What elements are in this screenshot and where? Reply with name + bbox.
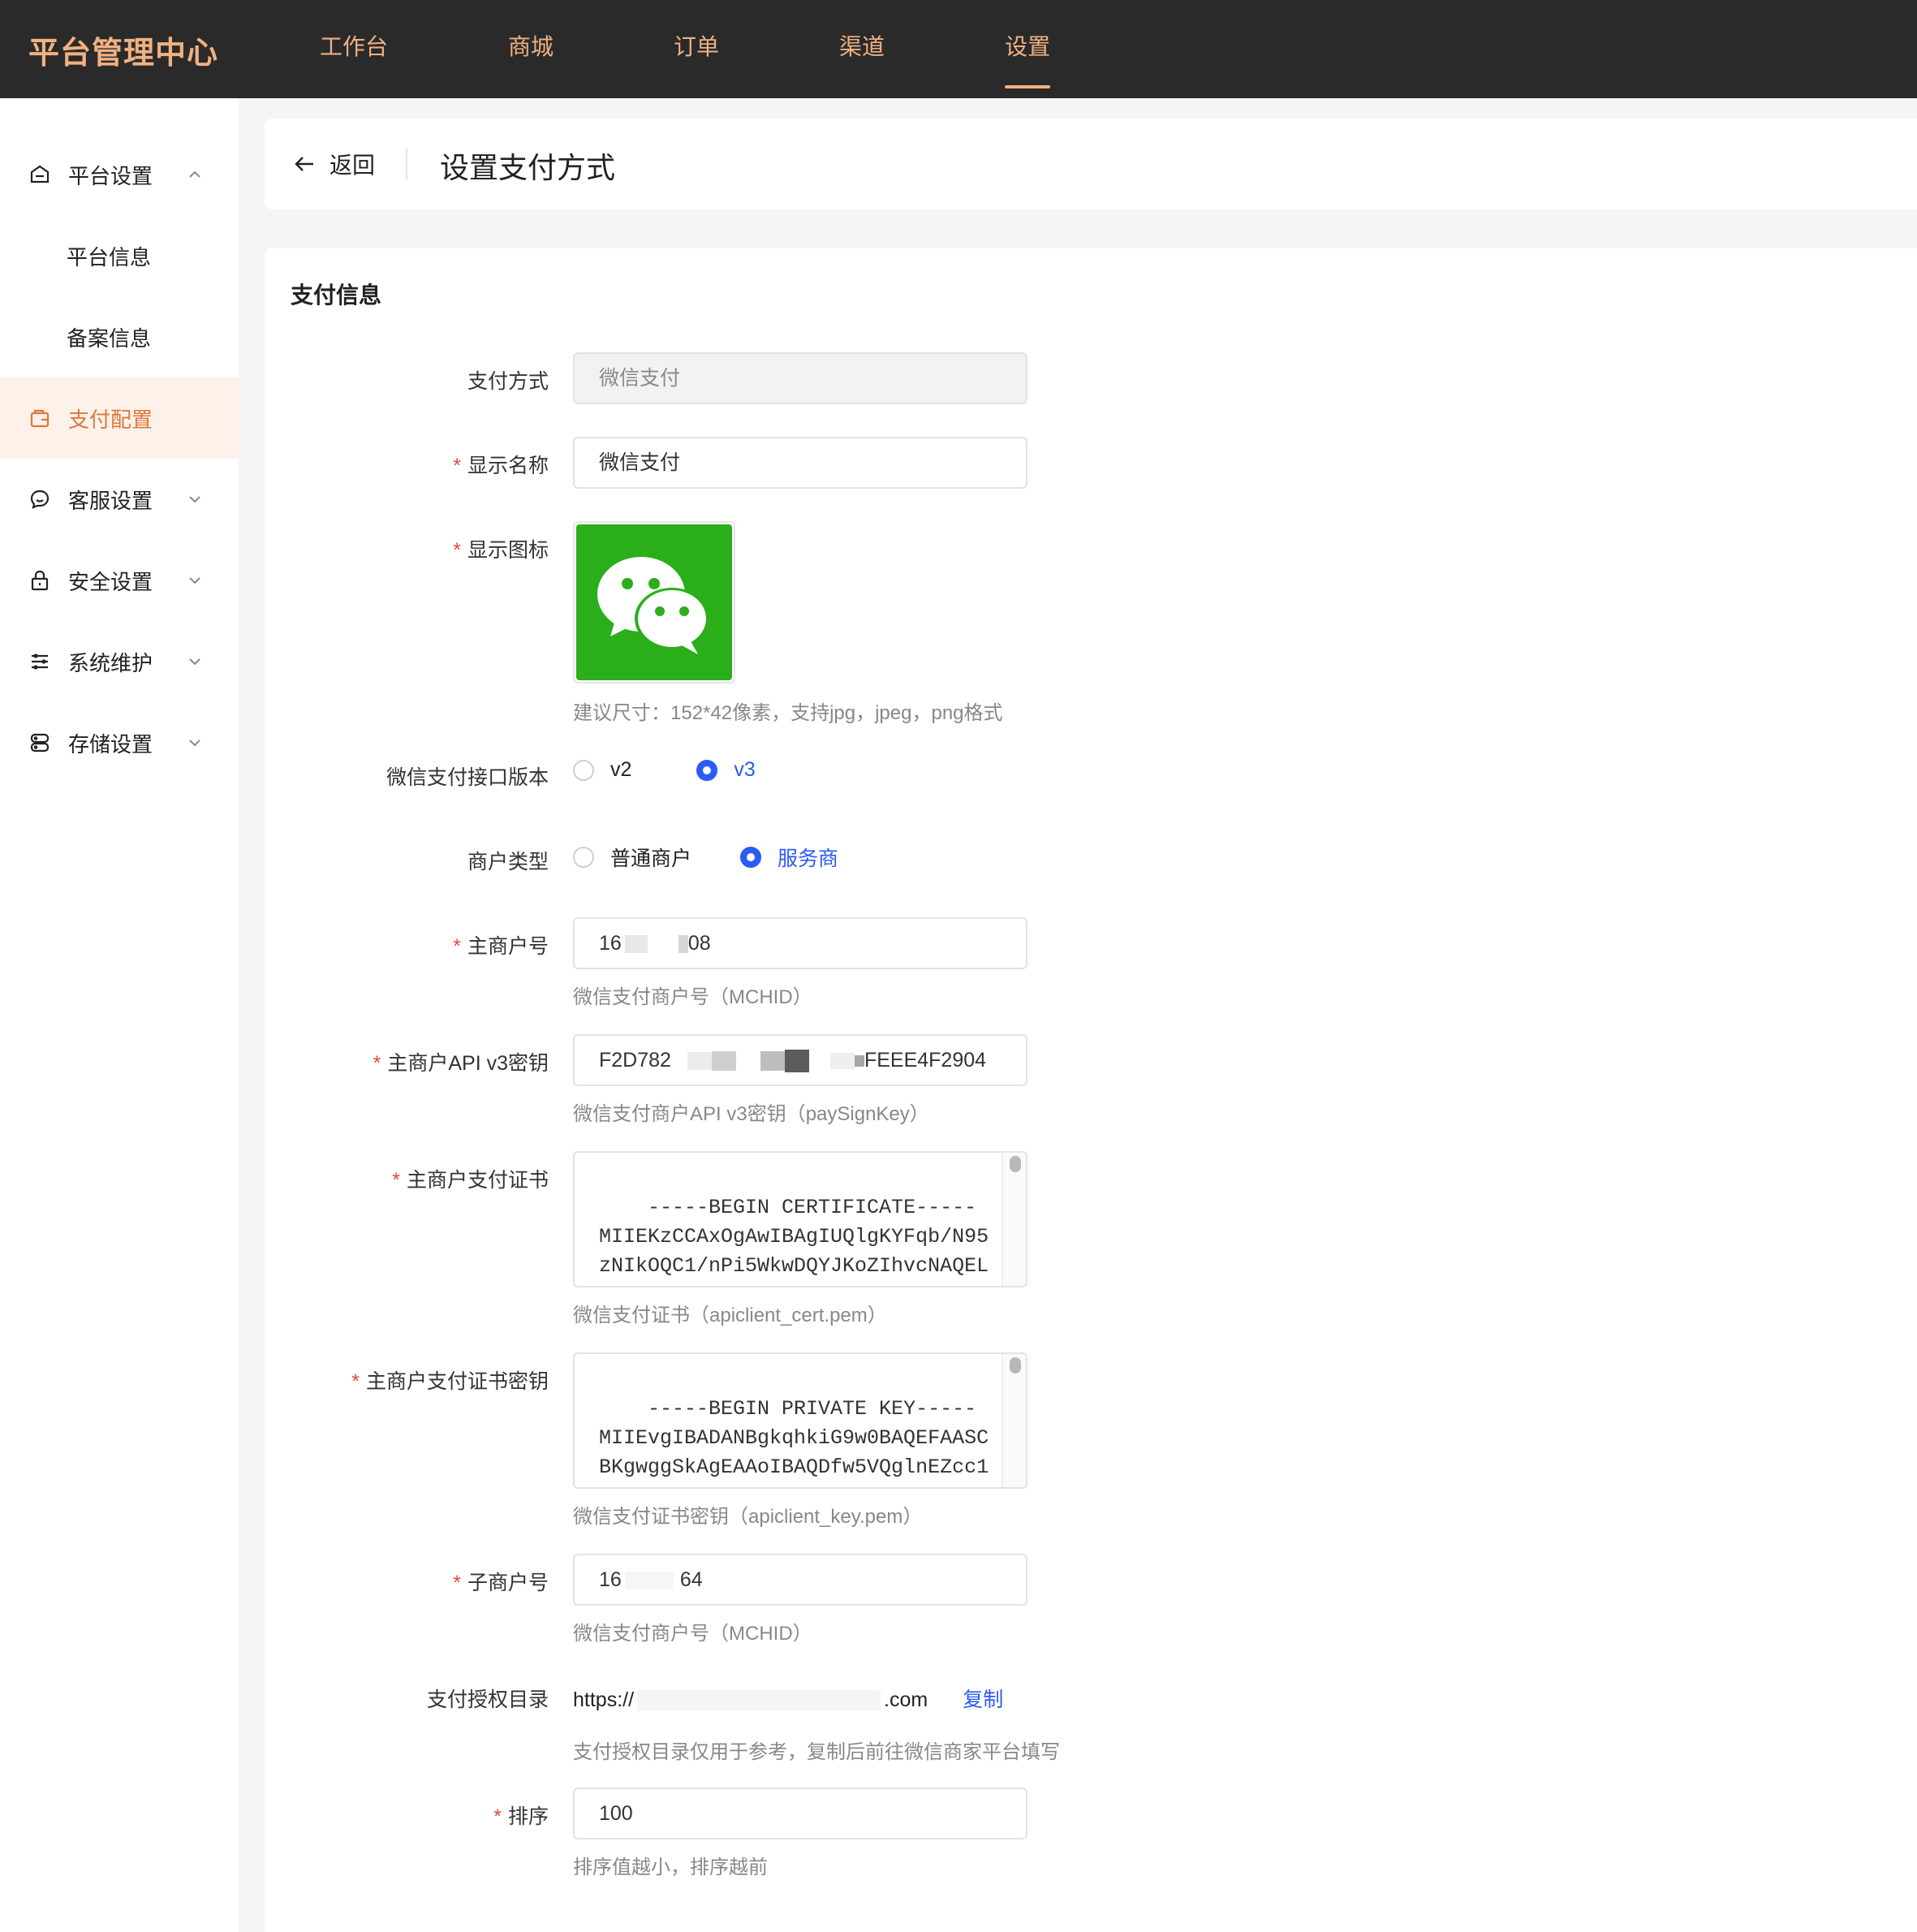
scrollbar[interactable]	[1002, 1354, 1026, 1487]
display-name-label: * 显示名称	[453, 455, 549, 477]
display-icon-label: * 显示图标	[453, 539, 549, 562]
page-header: 返回 设置支付方式	[265, 119, 1917, 209]
sidebar-item-platform-info[interactable]: 平台信息	[0, 215, 239, 296]
nav-channels[interactable]: 渠道	[812, 0, 912, 98]
wallet-icon	[28, 406, 52, 430]
sidebar-item-payment-config[interactable]: 支付配置	[0, 377, 239, 459]
arrow-left-icon	[295, 157, 313, 171]
mch-id-label: * 主商户号	[453, 935, 549, 958]
wechat-icon	[576, 524, 732, 680]
sidebar: 平台设置 平台信息 备案信息 支付配置 客服设置 安全设置 系统维护 存储设置	[0, 98, 239, 1932]
sidebar-item-label: 客服设置	[68, 488, 153, 513]
sort-input[interactable]: 100	[573, 1788, 1027, 1839]
back-label: 返回	[330, 153, 376, 178]
mch-id-hint: 微信支付商户号（MCHID）	[573, 986, 812, 1008]
radio-label: v3	[734, 758, 756, 781]
chevron-down-icon	[189, 658, 200, 666]
auth-dir-label: 支付授权目录	[426, 1688, 549, 1711]
nav-workbench[interactable]: 工作台	[292, 0, 416, 98]
sidebar-item-label: 安全设置	[68, 569, 153, 594]
radio-circle	[696, 759, 718, 781]
home-icon	[28, 162, 52, 187]
storage-icon	[28, 731, 52, 755]
api-version-label: 微信支付接口版本	[386, 766, 549, 789]
cert-key-label: * 主商户支付证书密钥	[351, 1370, 549, 1393]
pay-method-field: 微信支付	[573, 352, 1027, 404]
display-name-input[interactable]: 微信支付	[573, 437, 1027, 489]
radio-label: v2	[610, 758, 632, 781]
lock-icon	[28, 568, 52, 593]
sidebar-item-storage-settings[interactable]: 存储设置	[0, 702, 239, 783]
radio-v2[interactable]: v2	[573, 758, 631, 782]
nav-settings[interactable]: 设置	[977, 0, 1078, 98]
api-key-label: * 主商户API v3密钥	[373, 1052, 549, 1075]
cert-textarea[interactable]: -----BEGIN CERTIFICATE----- MIIEKzCCAxOg…	[573, 1151, 1027, 1287]
sidebar-item-record-info[interactable]: 备案信息	[0, 296, 239, 377]
payment-form-card: 支付信息 支付方式 微信支付 * 显示名称 微信支付 * 显示图标 建议尺寸：152…	[265, 248, 1917, 1932]
auth-dir-value: https://.com 复制	[573, 1688, 1004, 1712]
radio-service-provider[interactable]: 服务商	[740, 843, 838, 872]
cert-label: * 主商户支付证书	[392, 1169, 549, 1192]
cert-text: -----BEGIN CERTIFICATE----- MIIEKzCCAxOg…	[599, 1196, 989, 1286]
display-icon-upload[interactable]	[573, 521, 735, 684]
scrollbar[interactable]	[1002, 1153, 1026, 1286]
mch-id-input[interactable]: 16 08	[573, 917, 1027, 969]
sort-hint: 排序值越小，排序越前	[573, 1857, 768, 1878]
api-key-hint: 微信支付商户API v3密钥（paySignKey）	[573, 1103, 929, 1125]
sidebar-item-label: 平台设置	[68, 163, 153, 188]
nav-mall[interactable]: 商城	[480, 0, 581, 98]
radio-normal-merchant[interactable]: 普通商户	[573, 843, 691, 872]
api-key-input[interactable]: F2D782 FEEE4F2904	[573, 1034, 1027, 1086]
chat-icon	[28, 487, 52, 511]
brand-title: 平台管理中心	[28, 37, 219, 71]
merchant-type-radio-group: 普通商户 服务商	[573, 843, 887, 872]
radio-label: 服务商	[778, 847, 839, 870]
header-divider	[406, 148, 407, 180]
merchant-type-label: 商户类型	[467, 851, 549, 873]
radio-v3[interactable]: v3	[696, 758, 756, 782]
sub-mch-input[interactable]: 16 64	[573, 1554, 1027, 1606]
sidebar-item-label: 系统维护	[68, 650, 153, 675]
chevron-up-icon	[189, 170, 200, 178]
top-nav-bar: 平台管理中心 工作台 商城 订单 渠道 设置	[0, 0, 1917, 98]
back-button[interactable]: 返回	[292, 148, 375, 180]
api-version-radio-group: v2 v3	[573, 758, 804, 782]
pay-method-label: 支付方式	[467, 370, 549, 393]
sidebar-item-platform-settings[interactable]: 平台设置	[0, 134, 239, 215]
cert-key-hint: 微信支付证书密钥（apiclient_key.pem）	[573, 1506, 923, 1528]
sidebar-item-label: 支付配置	[68, 407, 153, 432]
chevron-down-icon	[189, 740, 200, 747]
sort-label: * 排序	[493, 1805, 549, 1828]
cert-hint: 微信支付证书（apiclient_cert.pem）	[573, 1305, 887, 1326]
sub-mch-label: * 子商户号	[453, 1572, 549, 1594]
chevron-down-icon	[189, 496, 200, 503]
nav-orders[interactable]: 订单	[646, 0, 747, 98]
display-icon-hint: 建议尺寸：152*42像素，支持jpg，jpeg，png格式	[573, 702, 1003, 724]
radio-label: 普通商户	[610, 847, 692, 870]
sidebar-item-system-maintenance[interactable]: 系统维护	[0, 621, 239, 702]
chevron-down-icon	[189, 577, 200, 584]
copy-link[interactable]: 复制	[963, 1688, 1003, 1711]
sliders-icon	[28, 649, 52, 674]
page-title: 设置支付方式	[440, 151, 616, 184]
sidebar-item-security-settings[interactable]: 安全设置	[0, 540, 239, 621]
sub-mch-hint: 微信支付商户号（MCHID）	[573, 1623, 812, 1645]
main-nav: 工作台 商城 订单 渠道 设置	[292, 0, 1143, 98]
radio-circle	[740, 847, 762, 868]
cert-key-text: -----BEGIN PRIVATE KEY----- MIIEvgIBADAN…	[599, 1397, 989, 1487]
auth-dir-hint: 支付授权目录仅用于参考，复制后前往微信商家平台填写	[573, 1741, 1060, 1763]
sidebar-item-service-settings[interactable]: 客服设置	[0, 459, 239, 540]
radio-circle	[573, 847, 594, 868]
sidebar-item-label: 存储设置	[68, 731, 153, 757]
section-title: 支付信息	[291, 282, 382, 308]
cert-key-textarea[interactable]: -----BEGIN PRIVATE KEY----- MIIEvgIBADAN…	[573, 1352, 1027, 1489]
radio-circle	[573, 759, 594, 781]
